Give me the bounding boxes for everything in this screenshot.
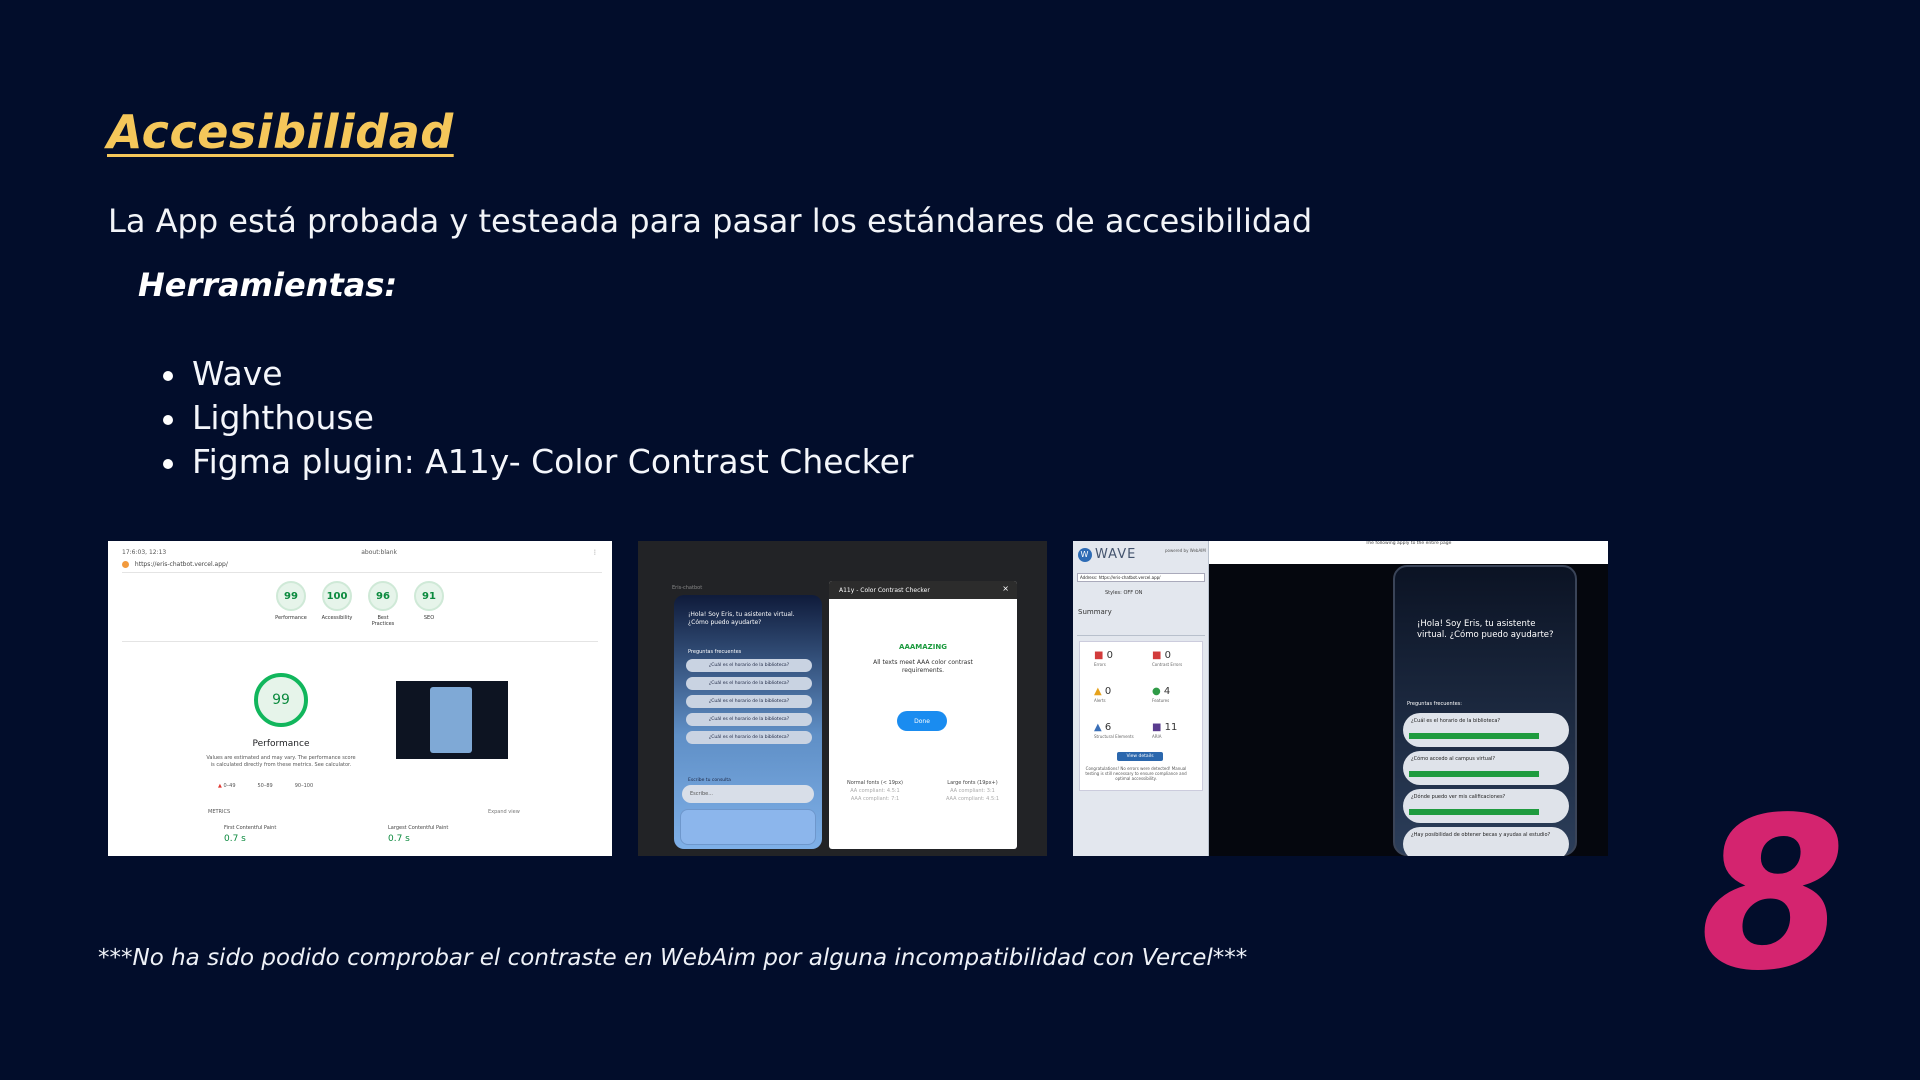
stat-features: ● 4 Features <box>1152 686 1171 703</box>
chat-input[interactable]: Escribe... <box>682 785 814 803</box>
thumbnail-phone <box>430 687 472 753</box>
large-fonts: Large fonts (19px+) AA compliant: 3:1 AA… <box>945 780 999 802</box>
font-requirements: Normal fonts (< 19px) AA compliant: 4.5:… <box>847 779 999 803</box>
wave-powered-by: powered by WebAIM <box>1165 548 1206 553</box>
wave-top-bar: The following apply to the entire page <box>1209 541 1608 564</box>
a11y-plugin-screenshot: Eris-chatbot ¡Hola! Soy Eris, tu asisten… <box>638 541 1047 856</box>
lighthouse-tab: about:blank <box>361 549 397 556</box>
faq-question[interactable]: ¿Cuál es el horario de la biblioteca? <box>686 659 812 672</box>
stat-aria: ■ 11 ARIA <box>1152 722 1178 739</box>
score-gauge-performance: 99 Performance <box>275 581 307 627</box>
styles-toggle[interactable]: Styles: OFF ON <box>1105 590 1142 596</box>
contrast-result-text: All texts meet AAA color contrast requir… <box>873 659 973 674</box>
lighthouse-url: https://eris-chatbot.vercel.app/ <box>134 561 228 568</box>
wave-sidebar: W WAVE powered by WebAIM Address: https:/… <box>1073 541 1209 856</box>
slide-title: Accesibilidad <box>107 105 454 159</box>
wave-faq-question[interactable]: ¿Cómo accedo al campus virtual? <box>1403 751 1569 785</box>
chatbot-greeting: ¡Hola! Soy Eris, tu asistente virtual. ¿… <box>688 611 795 626</box>
lighthouse-screenshot: 17:6:03, 12:13 about:blank ⋮ https://eri… <box>108 541 612 856</box>
score-gauge-best-practices: 96 Best Practices <box>367 581 399 627</box>
score-value: 100 <box>322 581 352 611</box>
lighthouse-score-row: 99 Performance 100 Accessibility 96 Best… <box>108 581 612 627</box>
lighthouse-timestamp: 17:6:03, 12:13 <box>122 549 167 556</box>
summary-heading: Summary <box>1078 608 1112 616</box>
tools-heading: Herramientas: <box>138 266 398 304</box>
score-label: Performance <box>275 615 307 621</box>
metric-label: First Contentful Paint <box>224 825 277 831</box>
wave-chatbot-frame: ¡Hola! Soy Eris, tu asistente virtual. ¿… <box>1393 565 1577 856</box>
legend-average: 50–89 <box>257 783 273 789</box>
wave-faq-question[interactable]: ¿Hay posibilidad de obtener becas y ayud… <box>1403 827 1569 856</box>
metrics-heading: METRICS <box>208 809 231 815</box>
contrast-result: AAAMAZING <box>899 643 947 651</box>
panel-header: A11y - Color Contrast Checker × <box>829 581 1017 599</box>
metric-lcp: Largest Contentful Paint 0.7 s <box>388 825 448 844</box>
wave-screenshot: The following apply to the entire page W… <box>1073 541 1608 856</box>
lighthouse-header: 17:6:03, 12:13 about:blank ⋮ <box>122 549 598 556</box>
lighthouse-logo-icon <box>122 561 129 568</box>
score-value: 99 <box>276 581 306 611</box>
faq-question[interactable]: ¿Cuál es el horario de la biblioteca? <box>686 713 812 726</box>
faq-question[interactable]: ¿Cuál es el horario de la biblioteca? <box>686 695 812 708</box>
wave-logo: W WAVE <box>1078 547 1136 562</box>
metric-value: 0.7 s <box>224 834 246 844</box>
wave-faq-question[interactable]: ¿Cuál es el horario de la biblioteca? <box>1403 713 1569 747</box>
tool-item-figma-plugin: Figma plugin: A11y- Color Contrast Check… <box>160 440 914 484</box>
legend-poor: ▲ 0–49 <box>218 783 236 789</box>
stat-contrast-errors: ■ 0 Contrast Errors <box>1152 650 1183 667</box>
done-button[interactable]: Done <box>897 711 947 731</box>
page-number: 8 <box>1700 772 1847 1017</box>
wave-congrats: Congratulations! No errors were detected… <box>1085 766 1187 781</box>
score-legend: ▲ 0–49 50–89 90–100 <box>218 783 313 789</box>
chatbot-phone-frame: ¡Hola! Soy Eris, tu asistente virtual. ¿… <box>674 595 822 849</box>
metric-label: Largest Contentful Paint <box>388 825 449 831</box>
metric-fcp: First Contentful Paint 0.7 s <box>224 825 276 844</box>
wave-top-note: The following apply to the entire page <box>1365 541 1452 546</box>
tool-item-lighthouse: Lighthouse <box>160 396 914 440</box>
faq-heading: Preguntas frecuentes <box>688 649 742 655</box>
score-label: SEO <box>423 615 435 621</box>
tool-list: Wave Lighthouse Figma plugin: A11y- Colo… <box>160 352 914 484</box>
faq-question[interactable]: ¿Cuál es el horario de la biblioteca? <box>686 731 812 744</box>
stat-alerts: ▲ 0 Alerts <box>1094 686 1112 703</box>
view-details-button[interactable]: View details <box>1117 752 1163 761</box>
score-gauge-seo: 91 SEO <box>413 581 445 627</box>
lighthouse-url-bar: https://eris-chatbot.vercel.app/ <box>122 561 602 573</box>
page-thumbnail <box>396 681 508 759</box>
faq-question[interactable]: ¿Cuál es el horario de la biblioteca? <box>686 677 812 690</box>
legend-good: 90–100 <box>294 783 314 789</box>
score-value: 91 <box>414 581 444 611</box>
normal-fonts: Normal fonts (< 19px) AA compliant: 4.5:… <box>847 780 903 802</box>
wave-tabs <box>1077 620 1205 636</box>
footnote: ***No ha sido podido comprobar el contra… <box>98 945 1248 971</box>
kebab-menu-icon: ⋮ <box>591 549 598 556</box>
stat-structure: ▲ 6 Structural Elements <box>1094 722 1134 739</box>
score-label: Accessibility <box>321 615 353 621</box>
wave-logo-icon: W <box>1078 547 1092 562</box>
wave-faq-question[interactable]: ¿Dónde puedo ver mis calificaciones? <box>1403 789 1569 823</box>
main-score-label: Performance <box>252 739 310 749</box>
metric-value: 0.7 s <box>388 834 410 844</box>
input-label: Escribe tu consulta <box>688 778 731 783</box>
score-gauge-accessibility: 100 Accessibility <box>321 581 353 627</box>
app-frame-label: Eris-chatbot <box>672 585 703 591</box>
bottom-nav <box>680 809 816 845</box>
intro-text: La App está probada y testeada para pasa… <box>108 202 1313 240</box>
divider <box>122 641 598 642</box>
wave-faq-heading: Preguntas frecuentes: <box>1407 701 1462 707</box>
wave-address-input[interactable]: Address: https://eris-chatbot.vercel.app… <box>1077 573 1205 582</box>
wave-greeting: ¡Hola! Soy Eris, tu asistente virtual. ¿… <box>1417 619 1554 640</box>
triangle-icon: ▲ <box>218 783 222 789</box>
main-score-gauge: 99 <box>254 673 308 727</box>
score-label: Best Practices <box>371 615 395 627</box>
score-note: Values are estimated and may vary. The p… <box>206 755 356 768</box>
score-value: 96 <box>368 581 398 611</box>
expand-view-link[interactable]: Expand view <box>488 809 520 815</box>
tool-item-wave: Wave <box>160 352 914 396</box>
stat-errors: ■ 0 Errors <box>1094 650 1114 667</box>
close-icon[interactable]: × <box>1002 584 1009 593</box>
contrast-checker-panel: A11y - Color Contrast Checker × AAAMAZIN… <box>829 581 1017 849</box>
panel-title: A11y - Color Contrast Checker <box>839 586 930 594</box>
